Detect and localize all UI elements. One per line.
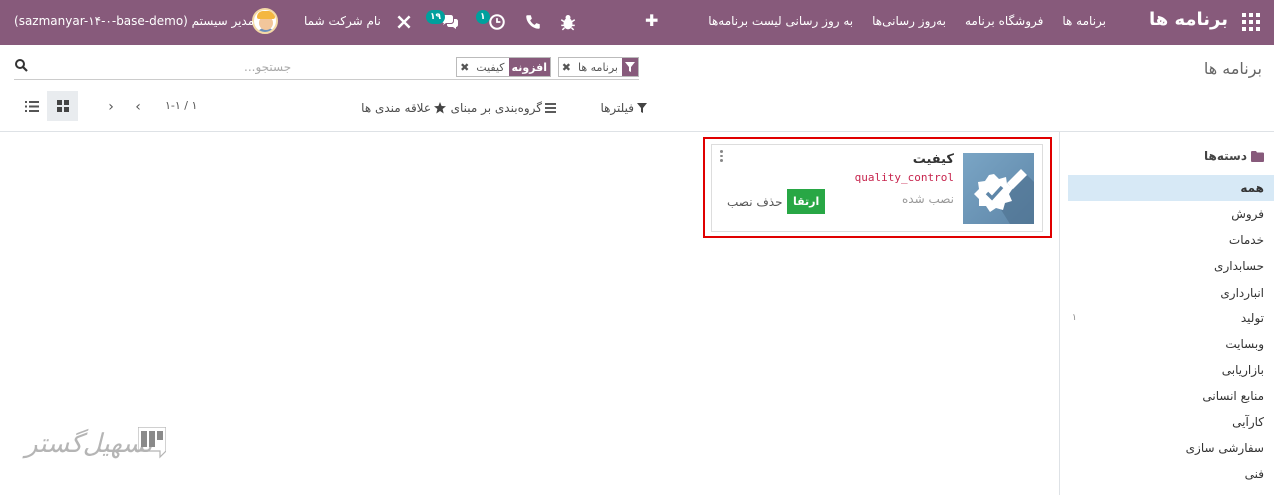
facet-key: افزونه (508, 58, 550, 76)
category-label: وبسایت (1225, 337, 1264, 351)
search-bar[interactable]: برنامه ها ✖ افزونه کیفیت ✖ جستجو... (14, 56, 639, 80)
page-title: برنامه ها (1203, 59, 1262, 78)
upgrade-button[interactable]: ارتقا (787, 189, 826, 214)
category-item-all[interactable]: همه (1068, 175, 1274, 201)
control-panel: برنامه ها برنامه ها ✖ افزونه کیفیت ✖ جست… (0, 45, 1274, 132)
category-item[interactable]: وبسایت (1068, 331, 1274, 357)
menu-app-store[interactable]: فروشگاه برنامه (965, 14, 1043, 28)
facet-value: کیفیت (476, 60, 505, 74)
pager-previous-icon[interactable]: ‹ (130, 97, 146, 117)
facet-filter: برنامه ها ✖ (557, 57, 639, 77)
list-view-icon (24, 100, 39, 112)
folder-icon (1251, 150, 1264, 162)
facet-value: برنامه ها (578, 60, 618, 74)
category-label: خدمات (1228, 233, 1264, 247)
filter-icon (637, 103, 647, 113)
category-label: انبارداری (1220, 286, 1264, 300)
category-count: ۱ (1072, 313, 1077, 323)
quality-badge-icon (974, 169, 1034, 224)
module-technical-name: quality_control (854, 171, 954, 184)
top-navbar: برنامه ها برنامه ها فروشگاه برنامه به‌رو… (0, 0, 1274, 45)
category-item[interactable]: منابع انسانی (1068, 383, 1274, 409)
apps-grid-icon[interactable] (1242, 13, 1260, 31)
category-label: حسابداری (1214, 259, 1264, 273)
category-item[interactable]: بازاریابی (1068, 357, 1274, 383)
category-item[interactable]: سفارشی سازی (1068, 435, 1274, 461)
uninstall-button[interactable]: حذف نصب (727, 195, 783, 209)
facet-module: افزونه کیفیت ✖ (456, 57, 551, 77)
clock-icon[interactable] (488, 13, 506, 31)
menu-apps[interactable]: برنامه ها (1062, 14, 1106, 28)
category-label: منابع انسانی (1202, 389, 1264, 403)
pager-value[interactable]: ۱-۱ / ۱ (165, 99, 197, 112)
company-name[interactable]: نام شرکت شما (304, 14, 381, 28)
list-view-button[interactable] (16, 91, 47, 121)
category-item[interactable]: حسابداری (1068, 253, 1274, 279)
category-item[interactable]: تولید ۱ (1068, 305, 1274, 331)
groupby-button[interactable]: گروه‌بندی بر مبنای (451, 101, 556, 115)
watermark-logo-icon (138, 427, 166, 459)
star-icon (434, 102, 446, 114)
watermark-text: تسهیل‌گستر (25, 429, 153, 459)
favorites-button[interactable]: علاقه مندی ها (361, 101, 446, 115)
filters-button[interactable]: فیلترها (600, 101, 647, 115)
kanban-grid-icon (56, 100, 69, 112)
module-name: کیفیت (912, 152, 954, 167)
pager-next-icon[interactable]: › (103, 97, 119, 117)
search-input[interactable]: جستجو... (244, 60, 291, 74)
category-side-panel: دسته‌ها همه فروش خدمات حسابداری انباردار… (1059, 132, 1274, 495)
messages-badge: ۱۹ (426, 10, 445, 24)
module-status: نصب شده (902, 192, 954, 206)
user-menu[interactable]: مدیر سیستم (sazmanyar-۱۴-۰-base-demo) (14, 14, 254, 28)
category-label: بازاریابی (1221, 363, 1264, 377)
bug-icon[interactable] (559, 13, 577, 31)
facet-remove-icon[interactable]: ✖ (457, 58, 472, 76)
user-avatar[interactable] (252, 8, 278, 34)
plus-icon[interactable]: ✚ (645, 11, 658, 30)
category-label: فروش (1231, 207, 1264, 221)
category-item[interactable]: فنی (1068, 461, 1274, 487)
kanban-view-button[interactable] (47, 91, 78, 121)
category-item[interactable]: فروش (1068, 201, 1274, 227)
category-label: سفارشی سازی (1185, 441, 1264, 455)
category-label: فنی (1244, 467, 1264, 481)
category-item[interactable]: خدمات (1068, 227, 1274, 253)
list-icon (545, 103, 556, 113)
category-label: همه (1240, 181, 1264, 195)
activity-badge: ۱ (476, 10, 490, 24)
module-icon (963, 153, 1034, 224)
module-card[interactable]: کیفیت quality_control نصب شده ارتقا حذف … (711, 144, 1043, 232)
groupby-label: گروه‌بندی بر مبنای (450, 101, 542, 115)
tools-icon[interactable] (395, 13, 413, 31)
filters-label: فیلترها (600, 101, 634, 115)
watermark: تسهیل‌گستر (25, 425, 170, 470)
favorites-label: علاقه مندی ها (361, 101, 431, 115)
phone-icon[interactable] (524, 13, 542, 31)
side-panel-header: دسته‌ها (1204, 149, 1264, 163)
side-panel-title: دسته‌ها (1204, 149, 1247, 163)
search-icon[interactable] (14, 58, 28, 72)
app-brand: برنامه ها (1148, 9, 1228, 30)
category-label: کارآیی (1232, 415, 1264, 429)
facet-remove-icon[interactable]: ✖ (559, 58, 574, 76)
menu-update-apps-list[interactable]: به روز رسانی لیست برنامه‌ها (708, 14, 853, 28)
main-menu: برنامه ها فروشگاه برنامه به‌روز رسانی‌ها… (708, 14, 1106, 28)
category-label: تولید (1240, 311, 1264, 325)
category-item[interactable]: کارآیی (1068, 409, 1274, 435)
filter-icon (622, 58, 638, 76)
category-item[interactable]: انبارداری (1068, 280, 1274, 306)
card-dropdown-icon[interactable] (719, 150, 723, 163)
menu-updates[interactable]: به‌روز رسانی‌ها (872, 14, 946, 28)
